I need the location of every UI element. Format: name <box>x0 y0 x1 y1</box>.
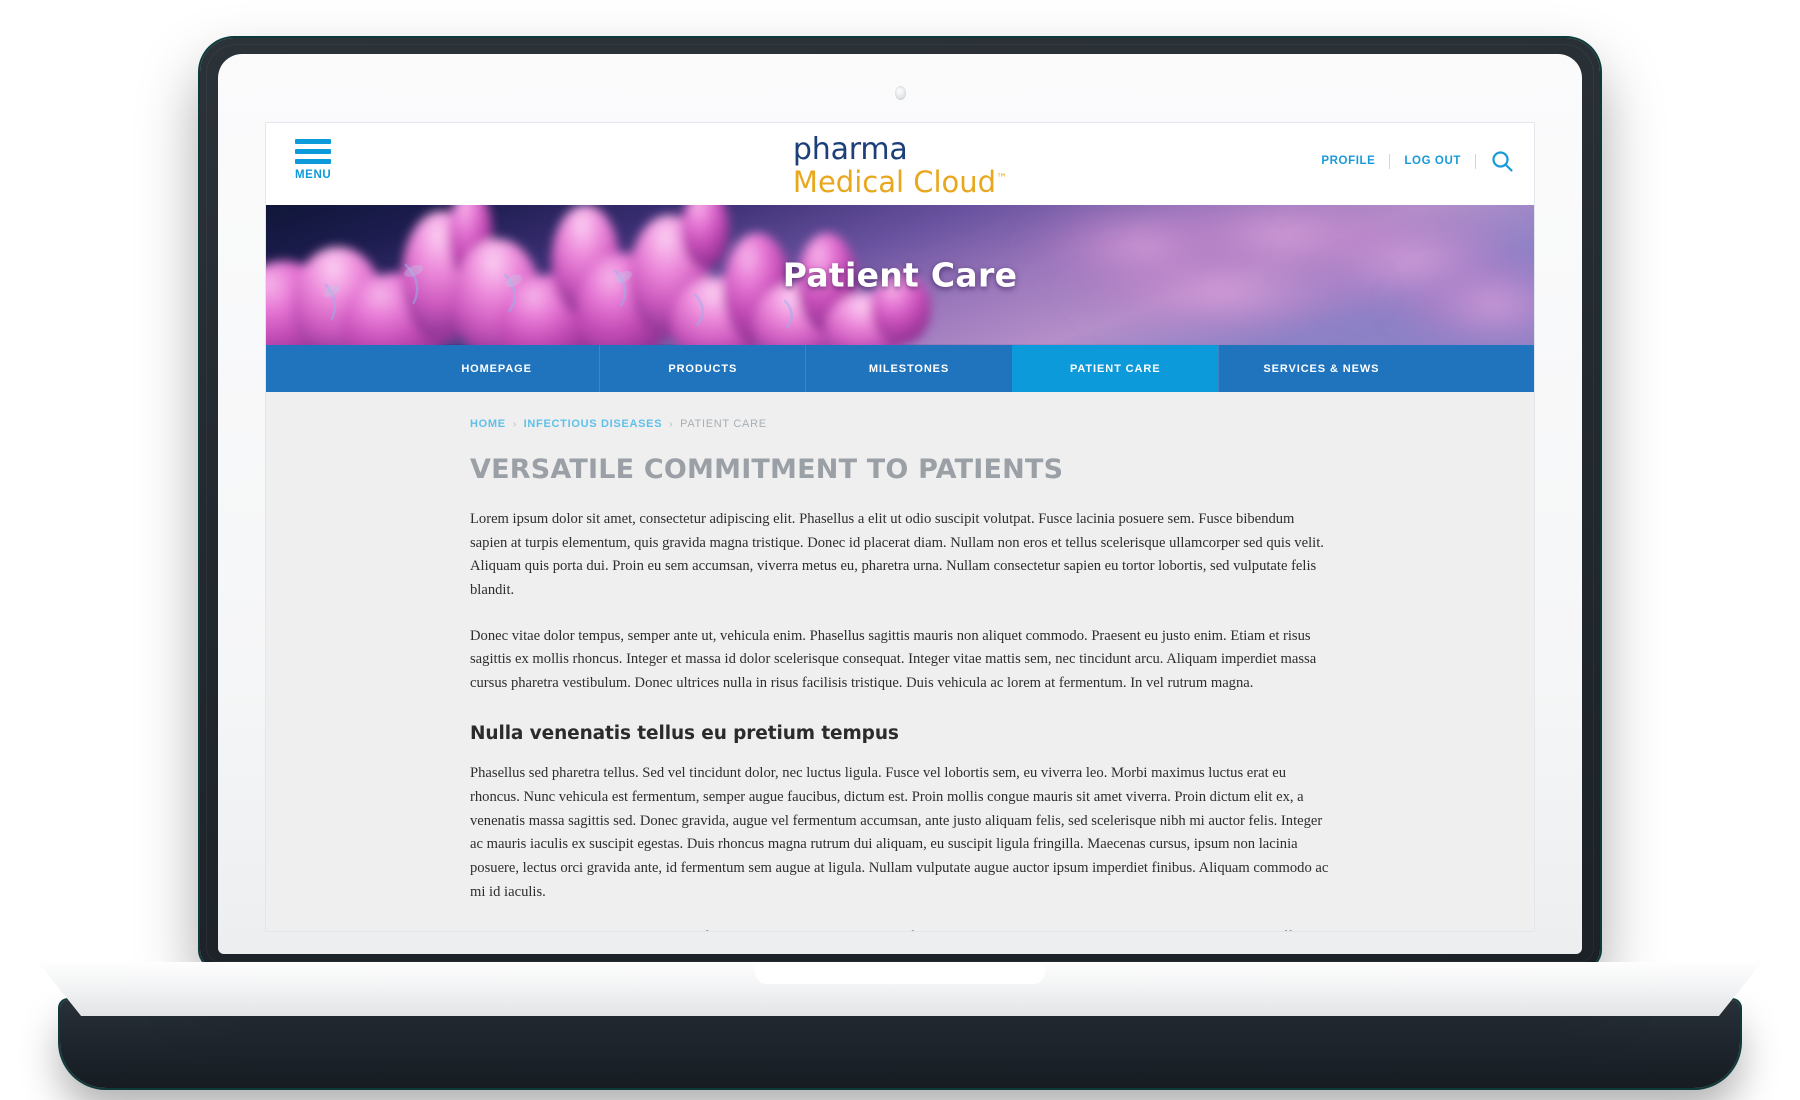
nav-item-services-news[interactable]: SERVICES & NEWS <box>1217 345 1424 392</box>
webcam-icon <box>895 86 906 100</box>
site-header: MENU pharma Medical Cloud™ PROFILE LOG O… <box>266 123 1534 205</box>
nav-trailing-spacer <box>1424 345 1534 392</box>
primary-nav: HOMEPAGE PRODUCTS MILESTONES PATIENT CAR… <box>266 345 1534 392</box>
nav-item-patient-care[interactable]: PATIENT CARE <box>1011 345 1218 392</box>
hamburger-icon <box>295 139 351 164</box>
brand-logo[interactable]: pharma Medical Cloud™ <box>793 135 1007 197</box>
body-paragraph-1: Lorem ipsum dolor sit amet, consectetur … <box>470 511 1324 598</box>
profile-link[interactable]: PROFILE <box>1307 155 1389 167</box>
search-icon[interactable] <box>1490 149 1514 173</box>
page-title: VERSATILE COMMITMENT TO PATIENTS <box>470 454 1064 485</box>
menu-toggle-button[interactable]: MENU <box>295 139 351 181</box>
brand-primary-text: pharma <box>792 132 908 167</box>
breadcrumb-separator: › <box>669 418 674 430</box>
logout-link[interactable]: LOG OUT <box>1390 155 1475 167</box>
hero-banner: Patient Care <box>266 205 1534 345</box>
body-paragraph-4: Praesent id erat eu metus condimentum fe… <box>470 926 1330 931</box>
body-paragraph-2: Donec vitae dolor tempus, semper ante ut… <box>470 627 1317 691</box>
page-content: HOME › INFECTIOUS DISEASES › PATIENT CAR… <box>266 392 1534 931</box>
utility-divider <box>1475 153 1476 169</box>
nav-item-products[interactable]: PRODUCTS <box>599 345 805 392</box>
trademark-symbol: ™ <box>996 171 1008 185</box>
header-utility-nav: PROFILE LOG OUT <box>1307 149 1514 173</box>
nav-leading-spacer <box>266 345 394 392</box>
nav-item-homepage[interactable]: HOMEPAGE <box>394 345 599 392</box>
hero-title: Patient Care <box>782 255 1018 295</box>
breadcrumb-item-home[interactable]: HOME <box>470 418 506 430</box>
section-heading: Nulla venenatis tellus eu pretium tempus <box>470 723 899 745</box>
brand-secondary-label: Medical Cloud <box>792 165 997 199</box>
breadcrumb: HOME › INFECTIOUS DISEASES › PATIENT CAR… <box>470 418 1330 430</box>
laptop-mockup: MENU pharma Medical Cloud™ PROFILE LOG O… <box>0 0 1800 1100</box>
breadcrumb-item-current: PATIENT CARE <box>680 418 767 430</box>
browser-viewport: MENU pharma Medical Cloud™ PROFILE LOG O… <box>265 122 1535 932</box>
laptop-base-notch <box>755 962 1045 984</box>
breadcrumb-separator: › <box>512 418 517 430</box>
breadcrumb-item-infectious-diseases[interactable]: INFECTIOUS DISEASES <box>524 418 663 430</box>
brand-secondary-text: Medical Cloud™ <box>793 168 1007 197</box>
menu-toggle-label: MENU <box>295 169 332 181</box>
nav-item-milestones[interactable]: MILESTONES <box>805 345 1011 392</box>
content-container: HOME › INFECTIOUS DISEASES › PATIENT CAR… <box>470 418 1330 931</box>
body-paragraph-3: Phasellus sed pharetra tellus. Sed vel t… <box>470 765 1329 900</box>
